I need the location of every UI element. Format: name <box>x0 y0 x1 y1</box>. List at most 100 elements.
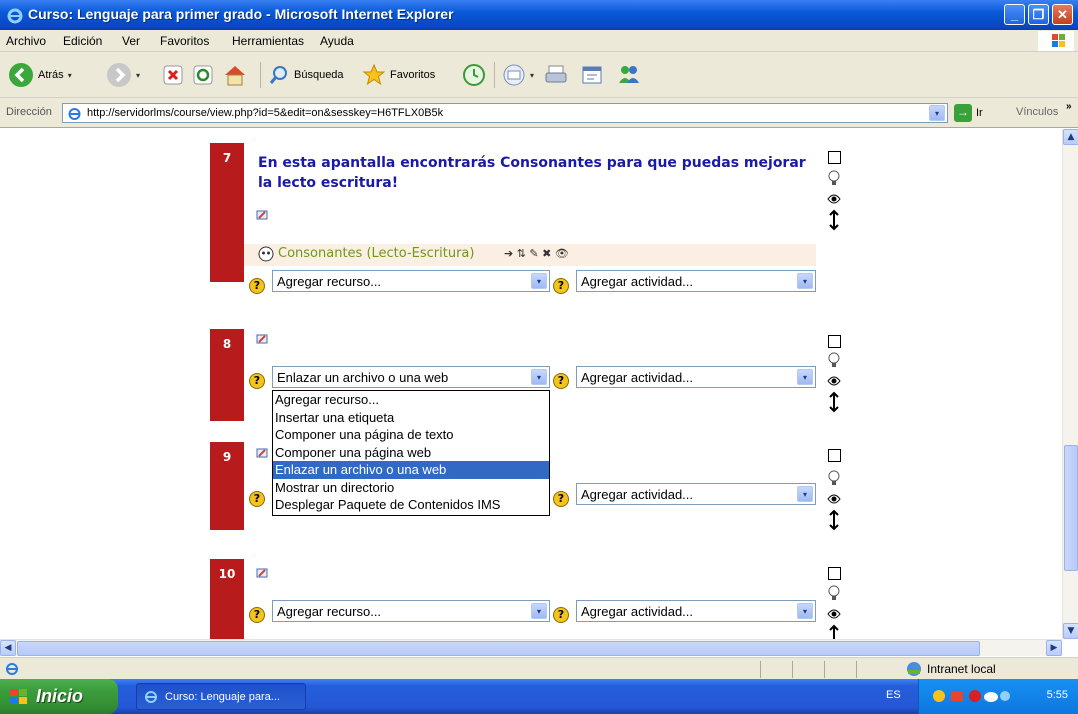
menu-ver[interactable]: Ver <box>122 34 140 48</box>
language-indicator[interactable]: ES <box>886 689 901 701</box>
messenger-button[interactable] <box>616 60 642 90</box>
menu-bar: Archivo Edición Ver Favoritos Herramient… <box>0 30 1078 52</box>
scroll-left-icon[interactable]: ◀ <box>0 640 16 656</box>
help-icon[interactable]: ? <box>249 278 265 294</box>
window-titlebar[interactable]: Curso: Lenguaje para primer grado - Micr… <box>0 0 1078 30</box>
links-label[interactable]: Vínculos <box>1016 106 1058 118</box>
dropdown-option[interactable]: Componer una página web <box>273 444 549 462</box>
section-number: 10 <box>210 559 244 639</box>
menu-archivo[interactable]: Archivo <box>6 34 46 48</box>
links-more-icon[interactable]: » <box>1066 101 1072 112</box>
show-hide-icon[interactable] <box>826 169 842 233</box>
stop-button[interactable] <box>162 60 184 90</box>
dropdown-option[interactable]: Mostrar un directorio <box>273 479 549 497</box>
search-icon <box>269 66 287 84</box>
toolbar-separator <box>494 62 495 88</box>
horizontal-scrollbar[interactable]: ◀ ▶ <box>0 639 1062 656</box>
refresh-button[interactable] <box>192 60 214 90</box>
status-bar: Intranet local <box>0 657 1078 679</box>
menu-edicion[interactable]: Edición <box>63 34 102 48</box>
help-icon[interactable]: ? <box>553 607 569 623</box>
help-icon[interactable]: ? <box>553 491 569 507</box>
close-button[interactable]: ✕ <box>1052 4 1073 25</box>
home-button[interactable] <box>222 60 248 90</box>
dropdown-option[interactable]: Desplegar Paquete de Contenidos IMS <box>273 496 549 514</box>
favorites-button[interactable]: Favoritos <box>362 60 435 90</box>
section-number: 9 <box>210 442 244 530</box>
start-button[interactable]: Inicio <box>0 679 118 714</box>
back-label: Atrás <box>38 69 64 81</box>
select-arrow-icon: ▾ <box>531 273 547 289</box>
history-icon <box>463 64 485 86</box>
help-icon[interactable]: ? <box>553 373 569 389</box>
resource-edit-tools[interactable]: ➔ ⇅ ✎ ✖ 👁 <box>504 247 569 260</box>
edit-pencil-icon[interactable] <box>256 333 268 345</box>
section-number: 8 <box>210 329 244 421</box>
address-label: Dirección <box>6 106 52 118</box>
vertical-scroll-thumb[interactable] <box>1064 445 1078 571</box>
mail-icon <box>503 64 525 86</box>
favorites-star-icon <box>362 63 386 86</box>
home-icon <box>225 66 245 86</box>
dropdown-option[interactable]: Insertar una etiqueta <box>273 409 549 427</box>
horizontal-scroll-thumb[interactable] <box>17 641 980 656</box>
select-arrow-icon: ▾ <box>797 273 813 289</box>
show-hide-icon[interactable] <box>826 351 842 415</box>
scroll-down-icon[interactable]: ▼ <box>1063 623 1078 639</box>
dropdown-option[interactable]: Agregar recurso... <box>273 391 549 409</box>
mail-dropdown-icon[interactable]: ▾ <box>530 71 534 80</box>
add-resource-select[interactable]: Agregar recurso... ▾ <box>272 600 550 622</box>
dropdown-option-selected[interactable]: Enlazar un archivo o una web <box>273 461 549 479</box>
show-hide-icon[interactable] <box>826 469 842 533</box>
toolbar-separator <box>260 62 261 88</box>
add-activity-select[interactable]: Agregar actividad... ▾ <box>576 483 816 505</box>
scroll-up-icon[interactable]: ▲ <box>1063 129 1078 145</box>
add-resource-select[interactable]: Agregar recurso... ▾ <box>272 270 550 292</box>
history-button[interactable] <box>462 60 486 90</box>
forward-button[interactable]: ▾ <box>106 60 140 90</box>
go-button[interactable]: → Ir <box>954 104 983 122</box>
vertical-scrollbar[interactable]: ▲ ▼ <box>1062 129 1078 639</box>
status-cell <box>792 661 824 678</box>
add-resource-select[interactable]: Enlazar un archivo o una web ▾ <box>272 366 550 388</box>
start-label: Inicio <box>36 686 84 706</box>
scroll-right-icon[interactable]: ▶ <box>1046 640 1062 656</box>
menu-ayuda[interactable]: Ayuda <box>320 34 354 48</box>
address-url: http://servidorlms/course/view.php?id=5&… <box>87 107 444 119</box>
help-icon[interactable]: ? <box>249 491 265 507</box>
edit-pencil-icon[interactable] <box>256 567 268 579</box>
help-icon[interactable]: ? <box>553 278 569 294</box>
address-dropdown-icon[interactable]: ▾ <box>929 105 945 121</box>
help-icon[interactable]: ? <box>249 373 265 389</box>
highlight-checkbox[interactable] <box>828 335 841 348</box>
restore-button[interactable]: ❐ <box>1028 4 1049 25</box>
edit-page-icon <box>582 66 602 84</box>
show-hide-icon[interactable] <box>826 584 842 639</box>
print-button[interactable] <box>544 60 568 90</box>
back-dropdown-icon[interactable]: ▾ <box>68 71 72 80</box>
highlight-checkbox[interactable] <box>828 567 841 580</box>
stop-icon <box>163 65 183 85</box>
help-icon[interactable]: ? <box>249 607 265 623</box>
resource-link[interactable]: Consonantes (Lecto-Escritura) <box>278 246 474 261</box>
highlight-checkbox[interactable] <box>828 449 841 462</box>
minimize-button[interactable]: _ <box>1004 4 1025 25</box>
internet-explorer-icon <box>7 8 23 24</box>
edit-pencil-icon[interactable] <box>256 209 268 221</box>
highlight-checkbox[interactable] <box>828 151 841 164</box>
taskbar-window-button[interactable]: Curso: Lenguaje para... <box>136 683 306 710</box>
status-cell <box>760 661 792 678</box>
edit-button[interactable] <box>580 60 604 90</box>
menu-herramientas[interactable]: Herramientas <box>232 34 304 48</box>
add-activity-select[interactable]: Agregar actividad... ▾ <box>576 270 816 292</box>
add-activity-select[interactable]: Agregar actividad... ▾ <box>576 600 816 622</box>
add-activity-select[interactable]: Agregar actividad... ▾ <box>576 366 816 388</box>
address-input[interactable]: http://servidorlms/course/view.php?id=5&… <box>62 103 948 123</box>
menu-favoritos[interactable]: Favoritos <box>160 34 209 48</box>
search-button[interactable]: Búsqueda <box>268 60 344 90</box>
mail-button[interactable]: ▾ <box>502 60 534 90</box>
forward-dropdown-icon[interactable]: ▾ <box>136 71 140 80</box>
dropdown-option[interactable]: Componer una página de texto <box>273 426 549 444</box>
edit-pencil-icon[interactable] <box>256 447 268 459</box>
back-button[interactable]: Atrás ▾ <box>8 60 72 90</box>
